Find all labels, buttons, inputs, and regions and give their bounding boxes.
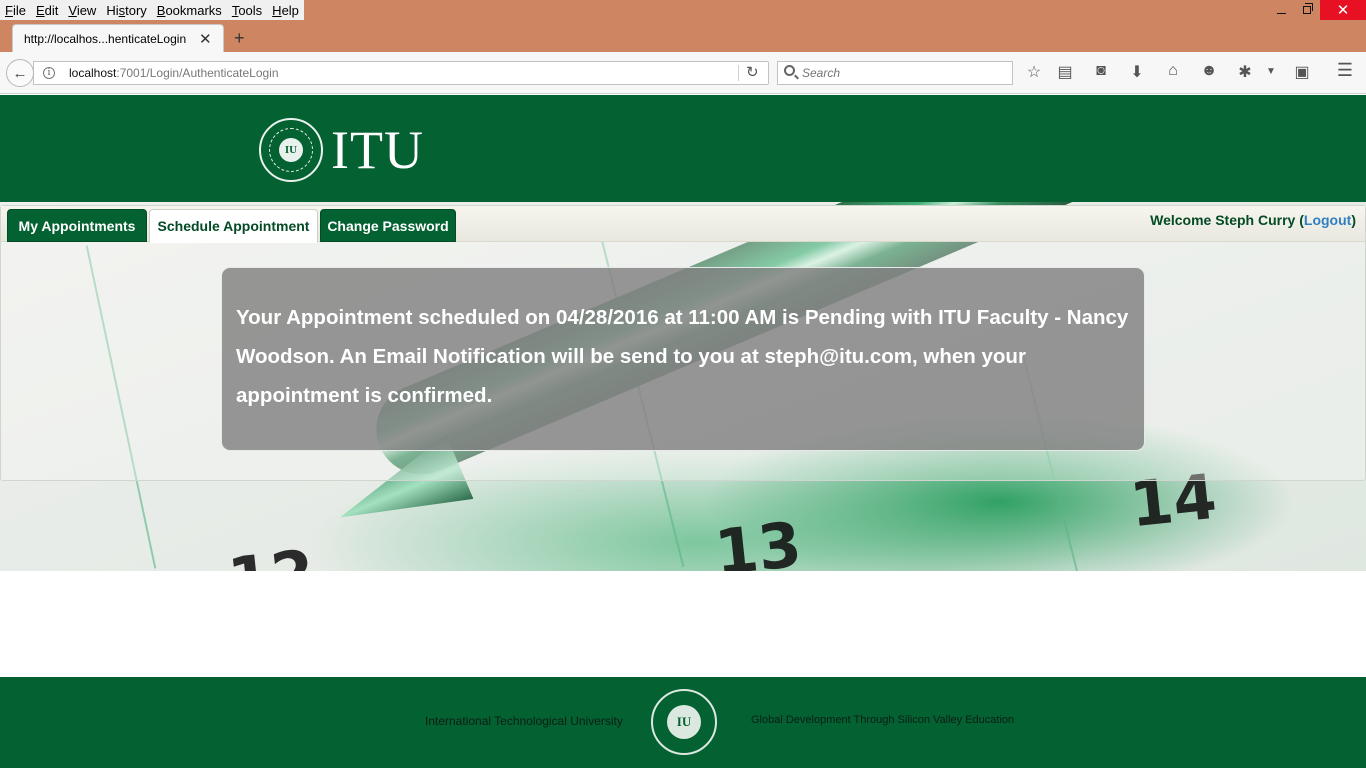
menu-file[interactable]: File (0, 0, 31, 20)
url-text[interactable]: localhost:7001/Login/AuthenticateLogin (69, 66, 279, 80)
welcome-user: Welcome Steph Curry (1150, 212, 1296, 228)
back-arrow-icon: ← (12, 64, 28, 82)
url-bar[interactable]: i localhost:7001/Login/AuthenticateLogin… (33, 61, 769, 85)
url-path: :7001/Login/AuthenticateLogin (116, 66, 279, 80)
search-icon (784, 65, 795, 76)
browser-tab[interactable]: http://localhos...henticateLogin ✕ (12, 24, 224, 53)
url-host: localhost (69, 66, 117, 80)
extension-icon[interactable]: ✱ (1234, 62, 1256, 82)
tab-close-icon[interactable]: ✕ (199, 30, 212, 48)
dropdown-icon[interactable]: ▼ (1260, 66, 1282, 77)
confirmation-message-box: Your Appointment scheduled on 04/28/2016… (221, 267, 1145, 451)
tab-change-password[interactable]: Change Password (320, 209, 456, 242)
menu-accelerator: B (156, 3, 166, 18)
pocket-icon[interactable]: ◙ (1090, 62, 1112, 80)
hamburger-menu-icon[interactable]: ☰ (1334, 60, 1356, 81)
home-icon[interactable]: ⌂ (1162, 62, 1184, 80)
menu-edit[interactable]: Edit (31, 0, 63, 20)
close-icon: ✕ (1336, 2, 1350, 19)
search-bar[interactable] (777, 61, 1013, 85)
calendar-number: 13 (711, 507, 805, 571)
menu-tools[interactable]: Tools (227, 0, 267, 20)
menu-bar: File Edit View History Bookmarks Tools H… (0, 0, 304, 20)
menu-view[interactable]: View (63, 0, 101, 20)
footer-seal-core: IU (667, 705, 701, 739)
downloads-icon[interactable]: ⬇ (1126, 62, 1148, 82)
confirmation-message: Your Appointment scheduled on 04/28/2016… (236, 306, 1129, 407)
calendar-number: 12 (224, 536, 317, 571)
minimize-button[interactable] (1268, 0, 1294, 20)
close-window-button[interactable]: ✕ (1320, 0, 1366, 20)
restore-button[interactable] (1294, 0, 1320, 20)
chat-icon[interactable]: ☻ (1198, 62, 1220, 80)
restore-icon (1303, 3, 1313, 14)
menu-accelerator: T (231, 3, 239, 18)
tab-my-appointments[interactable]: My Appointments (7, 209, 147, 242)
footer-seal-icon: IU (643, 685, 723, 761)
itu-logo[interactable]: IU ITU (259, 118, 424, 182)
tab-label: Schedule Appointment (157, 218, 310, 234)
back-button[interactable]: ← (6, 59, 34, 87)
menu-accelerator: H (272, 3, 282, 18)
logo-text: ITU (331, 120, 424, 180)
tab-schedule-appointment[interactable]: Schedule Appointment (149, 209, 318, 243)
itu-seal-icon: IU (259, 118, 323, 182)
welcome-text: Welcome Steph Curry (Logout) (1150, 212, 1356, 228)
new-tab-icon[interactable]: + (234, 28, 245, 49)
tab-label: My Appointments (18, 217, 136, 234)
minimize-icon (1276, 12, 1286, 14)
reload-icon[interactable]: ↻ (746, 63, 759, 81)
site-header: IU ITU (0, 95, 1366, 202)
logout-link[interactable]: Logout (1304, 212, 1351, 228)
bookmark-star-icon[interactable]: ☆ (1023, 62, 1045, 82)
menu-accelerator: V (68, 3, 77, 18)
url-divider (738, 65, 739, 81)
menu-accelerator: E (35, 3, 45, 18)
menu-accelerator: s (118, 3, 126, 18)
site-footer: International Technological University I… (0, 677, 1366, 768)
menu-accelerator: F (5, 3, 13, 18)
menu-history[interactable]: History (101, 0, 151, 20)
tab-label: Change Password (327, 217, 449, 234)
menu-bookmarks[interactable]: Bookmarks (152, 0, 227, 20)
info-icon[interactable]: i (43, 67, 55, 79)
footer-tagline: Global Development Through Silicon Valle… (751, 714, 1015, 726)
tab-title: http://localhos...henticateLogin (24, 32, 187, 46)
seal-core: IU (279, 138, 303, 162)
menu-help[interactable]: Help (267, 0, 304, 20)
footer-university-name: International Technological University (425, 714, 623, 728)
screenshot-icon[interactable]: ▣ (1291, 62, 1313, 82)
reading-list-icon[interactable]: ▤ (1054, 62, 1076, 82)
tabs-strip: My Appointments Schedule Appointment Cha… (1, 206, 1365, 243)
search-input[interactable] (802, 65, 1002, 81)
window-controls: ✕ (1268, 0, 1366, 20)
